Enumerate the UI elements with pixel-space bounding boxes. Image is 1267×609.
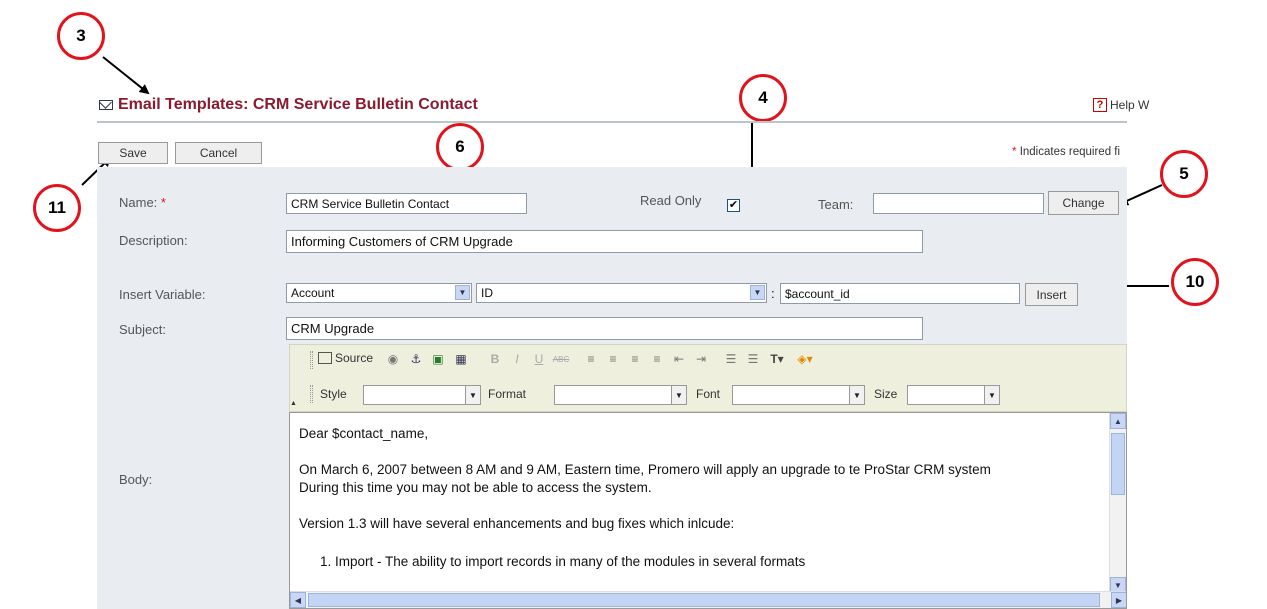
insert-variable-button[interactable]: Insert bbox=[1025, 283, 1078, 306]
chevron-down-icon: ▼ bbox=[849, 386, 864, 404]
page-title-text: Email Templates: CRM Service Bulletin Co… bbox=[118, 96, 478, 113]
variable-field-value: ID bbox=[481, 286, 493, 300]
body-line: 1. Import - The ability to import record… bbox=[320, 554, 806, 569]
style-label: Style bbox=[320, 387, 347, 401]
page-title: Email Templates: CRM Service Bulletin Co… bbox=[99, 96, 478, 114]
callout-5: 5 bbox=[1160, 150, 1208, 198]
subject-label: Subject: bbox=[119, 322, 166, 337]
body-line: Version 1.3 will have several enhancemen… bbox=[299, 516, 735, 531]
horizontal-scrollbar[interactable]: ◀ ▶ bbox=[290, 591, 1126, 608]
description-input[interactable]: Informing Customers of CRM Upgrade bbox=[286, 230, 923, 253]
name-label: Name: * bbox=[119, 195, 166, 210]
insert-variable-label: Insert Variable: bbox=[119, 287, 206, 302]
name-input[interactable]: CRM Service Bulletin Contact bbox=[286, 193, 527, 214]
outdent-icon[interactable]: ⇤ bbox=[670, 351, 688, 367]
callout-3: 3 bbox=[57, 12, 105, 60]
size-label: Size bbox=[874, 387, 898, 401]
font-label: Font bbox=[696, 387, 721, 401]
align-left-icon[interactable]: ≡ bbox=[582, 351, 600, 367]
help-link[interactable]: ? Help W bbox=[1093, 98, 1149, 112]
format-label: Format bbox=[488, 387, 527, 401]
name-label-text: Name: bbox=[119, 195, 158, 210]
background-color-icon[interactable]: ◈▾ bbox=[796, 351, 814, 367]
read-only-label: Read Only bbox=[640, 193, 702, 208]
image-icon[interactable]: ▣ bbox=[429, 351, 447, 367]
body-label: Body: bbox=[119, 472, 153, 487]
variable-module-select[interactable]: Account ▼ bbox=[286, 283, 472, 303]
variable-module-value: Account bbox=[291, 286, 335, 300]
title-divider bbox=[97, 121, 1127, 123]
editor-toolbar: Source ◉ ⚓ ▣ ▦ B I U ABC ≡ ≡ ≡ ≡ ⇤ ⇥ ☰ ☰… bbox=[289, 344, 1127, 412]
align-right-icon[interactable]: ≡ bbox=[626, 351, 644, 367]
font-select[interactable]: ▼ bbox=[732, 385, 865, 405]
source-button[interactable]: Source bbox=[318, 351, 373, 365]
variable-code-input[interactable]: $account_id bbox=[780, 283, 1020, 304]
indent-icon[interactable]: ⇥ bbox=[692, 351, 710, 367]
required-star: * bbox=[1012, 146, 1017, 158]
variable-separator: : bbox=[771, 286, 775, 301]
align-center-icon[interactable]: ≡ bbox=[604, 351, 622, 367]
cancel-button[interactable]: Cancel bbox=[175, 142, 262, 164]
description-label: Description: bbox=[119, 233, 188, 248]
style-select[interactable]: ▼ bbox=[363, 385, 481, 405]
format-select[interactable]: ▼ bbox=[554, 385, 687, 405]
scroll-up-icon[interactable]: ▲ bbox=[1110, 413, 1126, 429]
preview-icon[interactable]: ◉ bbox=[384, 351, 402, 367]
vertical-scrollbar[interactable]: ▲ ▼ bbox=[1109, 413, 1126, 593]
chevron-down-icon: ▼ bbox=[465, 386, 480, 404]
arrow-3 bbox=[102, 56, 150, 95]
underline-icon[interactable]: U bbox=[530, 351, 548, 367]
save-button[interactable]: Save bbox=[98, 142, 168, 164]
toolbar-grip bbox=[310, 351, 313, 369]
source-label: Source bbox=[335, 351, 374, 365]
required-fields-note: * Indicates required fi bbox=[1012, 146, 1120, 158]
scroll-right-icon[interactable]: ▶ bbox=[1111, 592, 1126, 608]
size-select[interactable]: ▼ bbox=[907, 385, 1000, 405]
horizontal-scroll-thumb[interactable] bbox=[308, 593, 1100, 607]
change-team-button[interactable]: Change bbox=[1048, 191, 1119, 215]
italic-icon[interactable]: I bbox=[508, 351, 526, 367]
team-input[interactable] bbox=[873, 193, 1044, 214]
toolbar-collapse-icon[interactable]: ▲ bbox=[290, 400, 297, 407]
source-icon bbox=[318, 352, 332, 364]
body-line: On March 6, 2007 between 8 AM and 9 AM, … bbox=[299, 462, 991, 477]
callout-10: 10 bbox=[1171, 258, 1219, 306]
numbered-list-icon[interactable]: ☰ bbox=[722, 351, 740, 367]
bullet-list-icon[interactable]: ☰ bbox=[744, 351, 762, 367]
read-only-checkbox[interactable]: ✔ bbox=[727, 199, 740, 212]
chevron-down-icon: ▼ bbox=[750, 285, 765, 300]
vertical-scroll-thumb[interactable] bbox=[1111, 433, 1125, 495]
text-color-icon[interactable]: T▾ bbox=[768, 351, 786, 367]
required-note-text: Indicates required fi bbox=[1019, 146, 1121, 158]
scroll-left-icon[interactable]: ◀ bbox=[290, 592, 306, 608]
chevron-down-icon: ▼ bbox=[984, 386, 999, 404]
strikethrough-icon[interactable]: ABC bbox=[552, 351, 570, 367]
name-required-star: * bbox=[160, 195, 166, 210]
callout-4: 4 bbox=[739, 74, 787, 122]
table-icon[interactable]: ▦ bbox=[452, 351, 470, 367]
bold-icon[interactable]: B bbox=[486, 351, 504, 367]
body-line: Dear $contact_name, bbox=[299, 426, 429, 441]
body-editor[interactable]: Dear $contact_name, On March 6, 2007 bet… bbox=[289, 412, 1127, 609]
subject-input[interactable]: CRM Upgrade bbox=[286, 317, 923, 340]
toolbar-grip bbox=[310, 385, 313, 403]
team-label: Team: bbox=[818, 197, 854, 212]
envelope-icon bbox=[99, 100, 113, 110]
help-label: Help W bbox=[1110, 98, 1150, 112]
help-icon: ? bbox=[1093, 98, 1107, 112]
callout-6: 6 bbox=[436, 123, 484, 171]
justify-icon[interactable]: ≡ bbox=[648, 351, 666, 367]
chevron-down-icon: ▼ bbox=[671, 386, 686, 404]
body-line: During this time you may not be able to … bbox=[299, 480, 652, 495]
variable-field-select[interactable]: ID ▼ bbox=[476, 283, 767, 303]
anchor-icon[interactable]: ⚓ bbox=[407, 351, 425, 367]
chevron-down-icon: ▼ bbox=[455, 285, 470, 300]
callout-11: 11 bbox=[33, 184, 81, 232]
